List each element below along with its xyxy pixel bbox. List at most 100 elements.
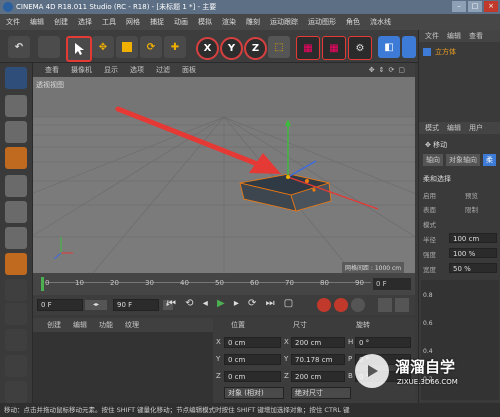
grid-icon[interactable] (5, 381, 27, 403)
axis-mode-icon[interactable] (5, 253, 27, 275)
timeline-tick: 30 (145, 279, 154, 287)
material-menu-create[interactable]: 创建 (47, 320, 61, 330)
viewport-menu-options[interactable]: 选项 (130, 65, 144, 75)
move-key-icon[interactable] (378, 298, 392, 312)
polygons-mode-icon[interactable] (5, 227, 27, 249)
coordinate-mode-select[interactable]: 对象 (相对) (224, 387, 284, 399)
perspective-viewport[interactable] (33, 77, 415, 273)
size-y-field[interactable]: 70.178 cm (291, 354, 345, 365)
close-button[interactable]: × (484, 1, 498, 12)
menu-select[interactable]: 选择 (78, 17, 92, 27)
strength-field[interactable]: 100 % (449, 248, 497, 258)
maximize-button[interactable]: □ (468, 1, 482, 12)
size-z-field[interactable]: 200 cm (291, 371, 345, 382)
select-tool-icon[interactable] (66, 36, 92, 62)
material-menu-function[interactable]: 功能 (99, 320, 113, 330)
z-axis-lock-button[interactable]: Z (244, 37, 267, 60)
menu-pipeline[interactable]: 流水线 (370, 17, 391, 27)
render-settings-icon[interactable]: ⚙ (348, 36, 372, 60)
field-surface: 表面 (423, 206, 436, 214)
attr-menu-edit[interactable]: 编辑 (447, 123, 461, 133)
menu-character[interactable]: 角色 (346, 17, 360, 27)
attr-menu-user[interactable]: 用户 (469, 123, 483, 133)
points-mode-icon[interactable] (5, 175, 27, 197)
menu-edit[interactable]: 编辑 (30, 17, 44, 27)
move-tool-icon[interactable]: ✥ (92, 36, 114, 58)
timeline-tick: 40 (180, 279, 189, 287)
scale-tool-icon[interactable] (116, 36, 138, 58)
minimize-button[interactable]: – (452, 1, 466, 12)
x-axis-lock-button[interactable]: X (196, 37, 219, 60)
menu-motion-tracking[interactable]: 运动跟踪 (270, 17, 298, 27)
scheme-icon[interactable] (395, 298, 409, 312)
playback-controls[interactable]: ⏮ ⟲ ◂ ▶ ▸ ⟳ ⏭ ▢ (167, 298, 296, 309)
current-frame-field[interactable]: 0 F (373, 278, 411, 290)
menu-tools[interactable]: 工具 (102, 17, 116, 27)
start-frame-field[interactable]: 0 F (37, 299, 83, 311)
attribute-manager-menu: 模式 编辑 用户 (419, 122, 500, 134)
object-menu-edit[interactable]: 编辑 (447, 31, 461, 41)
viewport-menu-panel[interactable]: 面板 (182, 65, 196, 75)
viewport-nav-icons[interactable]: ✥⇕⟳▢ (369, 66, 409, 74)
menu-mograph[interactable]: 运动图形 (308, 17, 336, 27)
magnet-icon[interactable] (5, 355, 27, 377)
menu-sculpt[interactable]: 雕刻 (246, 17, 260, 27)
material-menu-edit[interactable]: 编辑 (73, 320, 87, 330)
record-icon[interactable] (317, 298, 331, 312)
object-row-cube[interactable]: 立方体 (423, 46, 499, 58)
menu-file[interactable]: 文件 (6, 17, 20, 27)
position-x-field[interactable]: 0 cm (224, 337, 281, 348)
width-field[interactable]: 50 % (449, 263, 497, 273)
position-y-field[interactable]: 0 cm (224, 354, 281, 365)
end-frame-field[interactable]: 90 F (113, 299, 159, 311)
transport-bar: 0 F ◂▸ 90 F ▸ ⏮ ⟲ ◂ ▶ ▸ ⟳ ⏭ ▢ (33, 295, 415, 315)
subdivision-icon[interactable] (402, 36, 416, 58)
rotation-h-field[interactable]: 0 ° (355, 337, 411, 348)
autokey-icon[interactable] (334, 298, 348, 312)
menu-simulate[interactable]: 模拟 (198, 17, 212, 27)
rotate-tool-icon[interactable]: ⟳ (140, 36, 162, 58)
position-z-field[interactable]: 0 cm (224, 371, 281, 382)
workplane-lock-icon[interactable] (5, 329, 27, 351)
menu-mesh[interactable]: 网格 (126, 17, 140, 27)
snapping-icon[interactable] (5, 303, 27, 325)
playhead[interactable] (41, 277, 44, 291)
cube-primitive-icon[interactable]: ◧ (378, 36, 400, 58)
menu-render[interactable]: 渲染 (222, 17, 236, 27)
edges-mode-icon[interactable] (5, 201, 27, 223)
render-view-icon[interactable]: ▦ (296, 36, 320, 60)
viewport-menu-display[interactable]: 显示 (104, 65, 118, 75)
undo-icon[interactable]: ↶ (8, 36, 30, 58)
attr-menu-mode[interactable]: 模式 (425, 123, 439, 133)
menu-animate[interactable]: 动画 (174, 17, 188, 27)
tab-object-axis[interactable]: 对象轴向 (446, 154, 480, 166)
recent-tool-icon[interactable]: ✚ (164, 36, 186, 58)
workplane-mode-icon[interactable] (5, 147, 27, 169)
tweak-mode-icon[interactable] (5, 279, 27, 301)
viewport-menu-camera[interactable]: 摄像机 (71, 65, 92, 75)
texture-mode-icon[interactable] (5, 121, 27, 143)
y-axis-lock-button[interactable]: Y (220, 37, 243, 60)
section-title: 柔和选择 (423, 175, 451, 183)
tab-axis[interactable]: 轴向 (423, 154, 443, 166)
object-menu-view[interactable]: 查看 (469, 31, 483, 41)
size-mode-select[interactable]: 绝对尺寸 (291, 387, 351, 399)
size-x-field[interactable]: 200 cm (291, 337, 345, 348)
viewport-menu-filter[interactable]: 过滤 (156, 65, 170, 75)
menu-create[interactable]: 创建 (54, 17, 68, 27)
material-manager[interactable] (33, 332, 213, 404)
timeline-ruler[interactable]: 0 10 20 30 40 50 60 70 80 90 0 F (33, 273, 415, 295)
make-editable-icon[interactable] (5, 67, 27, 89)
keyframe-selection-icon[interactable] (351, 298, 365, 312)
tab-soft-selection[interactable]: 柔 (483, 154, 496, 166)
redo-icon[interactable] (38, 36, 60, 58)
object-menu-file[interactable]: 文件 (425, 31, 439, 41)
material-menu-texture[interactable]: 纹理 (125, 320, 139, 330)
coordinate-system-icon[interactable]: ⬚ (268, 36, 290, 58)
model-mode-icon[interactable] (5, 95, 27, 117)
render-picture-viewer-icon[interactable]: ▦ (322, 36, 346, 60)
viewport-menu-view[interactable]: 查看 (45, 65, 59, 75)
frame-stepper[interactable]: ◂▸ (85, 300, 107, 310)
radius-field[interactable]: 100 cm (449, 233, 497, 243)
menu-snap[interactable]: 捕捉 (150, 17, 164, 27)
